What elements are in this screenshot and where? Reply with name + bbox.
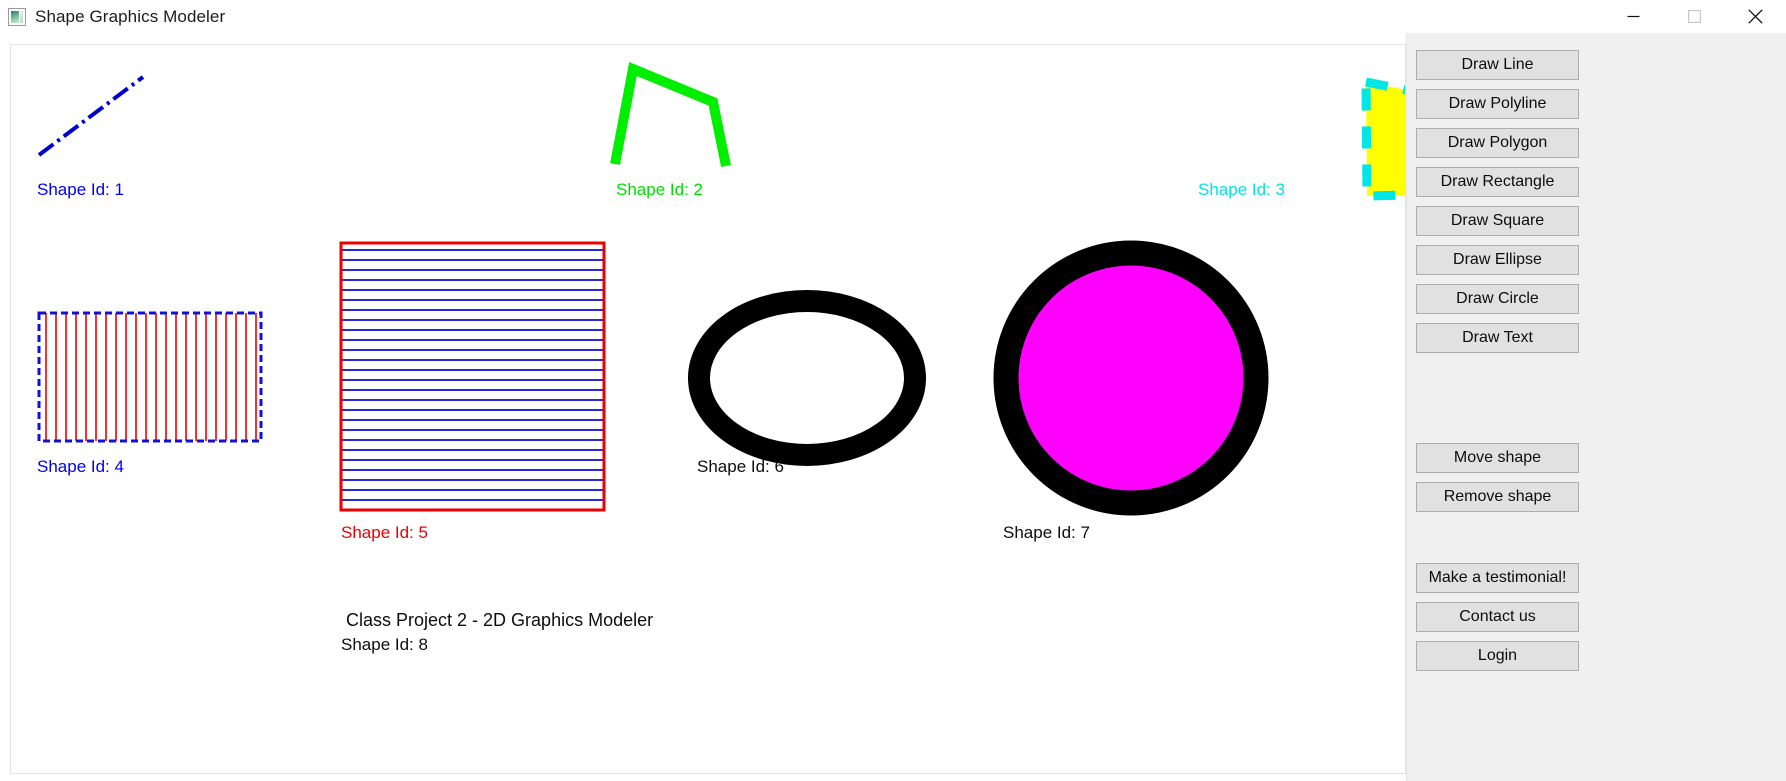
shape-3-polygon[interactable]: Shape Id: 3	[1198, 76, 1405, 201]
contact-us-button[interactable]: Contact us	[1416, 602, 1579, 632]
move-shape-button[interactable]: Move shape	[1416, 443, 1579, 473]
shape-3-label: Shape Id: 3	[1198, 180, 1285, 199]
shape-2-label: Shape Id: 2	[616, 180, 703, 199]
close-icon	[1748, 9, 1763, 24]
title-bar: Shape Graphics Modeler	[0, 0, 1786, 33]
canvas-surface[interactable]: Shape Id: 1 Shape Id: 2 Shape Id: 3 Shap…	[11, 45, 1405, 773]
polygon-shape	[1361, 76, 1405, 201]
draw-polyline-button[interactable]: Draw Polyline	[1416, 89, 1579, 119]
maximize-icon	[1688, 10, 1701, 23]
draw-line-button[interactable]: Draw Line	[1416, 50, 1579, 80]
close-button[interactable]	[1725, 0, 1786, 33]
make-testimonial-button[interactable]: Make a testimonial!	[1416, 563, 1579, 593]
login-button[interactable]: Login	[1416, 641, 1579, 671]
shape-5-square[interactable]: Shape Id: 5	[339, 241, 606, 542]
circle-shape	[993, 240, 1269, 516]
shape-8-label: Shape Id: 8	[341, 635, 428, 654]
polyline-stroke	[610, 62, 731, 167]
shape-6-label: Shape Id: 6	[697, 457, 784, 476]
drawing-canvas[interactable]: Shape Id: 1 Shape Id: 2 Shape Id: 3 Shap…	[10, 44, 1406, 774]
tool-panel: Draw Line Draw Polyline Draw Polygon Dra…	[1406, 33, 1786, 781]
shape-1-line[interactable]: Shape Id: 1	[37, 75, 145, 199]
draw-circle-button[interactable]: Draw Circle	[1416, 284, 1579, 314]
draw-square-button[interactable]: Draw Square	[1416, 206, 1579, 236]
shape-7-circle[interactable]: Shape Id: 7	[993, 240, 1269, 542]
app-window: Shape Graphics Modeler Shape Id: 1 Shape…	[0, 0, 1786, 781]
shape-4-rectangle[interactable]: Shape Id: 4	[37, 311, 263, 476]
shape-5-label: Shape Id: 5	[341, 523, 428, 542]
shape-8-text[interactable]: Class Project 2 - 2D Graphics Modeler Sh…	[341, 610, 653, 654]
maximize-button[interactable]	[1664, 0, 1725, 33]
minimize-button[interactable]	[1603, 0, 1664, 33]
picture-window-icon	[8, 7, 26, 26]
square-shape	[339, 241, 606, 512]
shape-2-polyline[interactable]: Shape Id: 2	[610, 62, 731, 199]
shape-1-label: Shape Id: 1	[37, 180, 124, 199]
window-title: Shape Graphics Modeler	[35, 6, 226, 26]
shape-7-label: Shape Id: 7	[1003, 523, 1090, 542]
line-stroke	[37, 75, 145, 157]
draw-rectangle-button[interactable]: Draw Rectangle	[1416, 167, 1579, 197]
ellipse-shape	[688, 290, 926, 466]
draw-ellipse-button[interactable]: Draw Ellipse	[1416, 245, 1579, 275]
shape-4-label: Shape Id: 4	[37, 457, 124, 476]
shape-8-text-content: Class Project 2 - 2D Graphics Modeler	[346, 610, 653, 630]
rectangle-shape	[37, 311, 263, 443]
remove-shape-button[interactable]: Remove shape	[1416, 482, 1579, 512]
draw-polygon-button[interactable]: Draw Polygon	[1416, 128, 1579, 158]
window-controls	[1603, 0, 1786, 33]
minimize-icon	[1627, 15, 1640, 18]
draw-text-button[interactable]: Draw Text	[1416, 323, 1579, 353]
shape-6-ellipse[interactable]: Shape Id: 6	[688, 290, 926, 476]
